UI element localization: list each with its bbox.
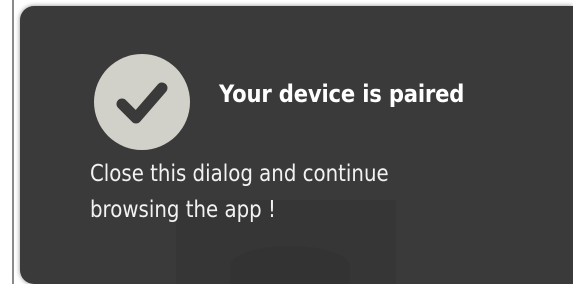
- checkmark-icon: [116, 82, 168, 124]
- dialog-message-line-2: browsing the app !: [90, 197, 276, 223]
- background-shadow-curve: [230, 246, 350, 284]
- dialog-message-line-1: Close this dialog and continue: [90, 161, 389, 187]
- dialog-title: Your device is paired: [219, 80, 465, 108]
- pairing-success-dialog: Your device is paired Close this dialog …: [20, 6, 573, 284]
- screen: Your device is paired Close this dialog …: [0, 0, 573, 284]
- window-edge: [12, 0, 14, 284]
- dialog-message: Close this dialog and continue browsing …: [90, 156, 460, 228]
- checkmark-circle-icon: [94, 54, 190, 150]
